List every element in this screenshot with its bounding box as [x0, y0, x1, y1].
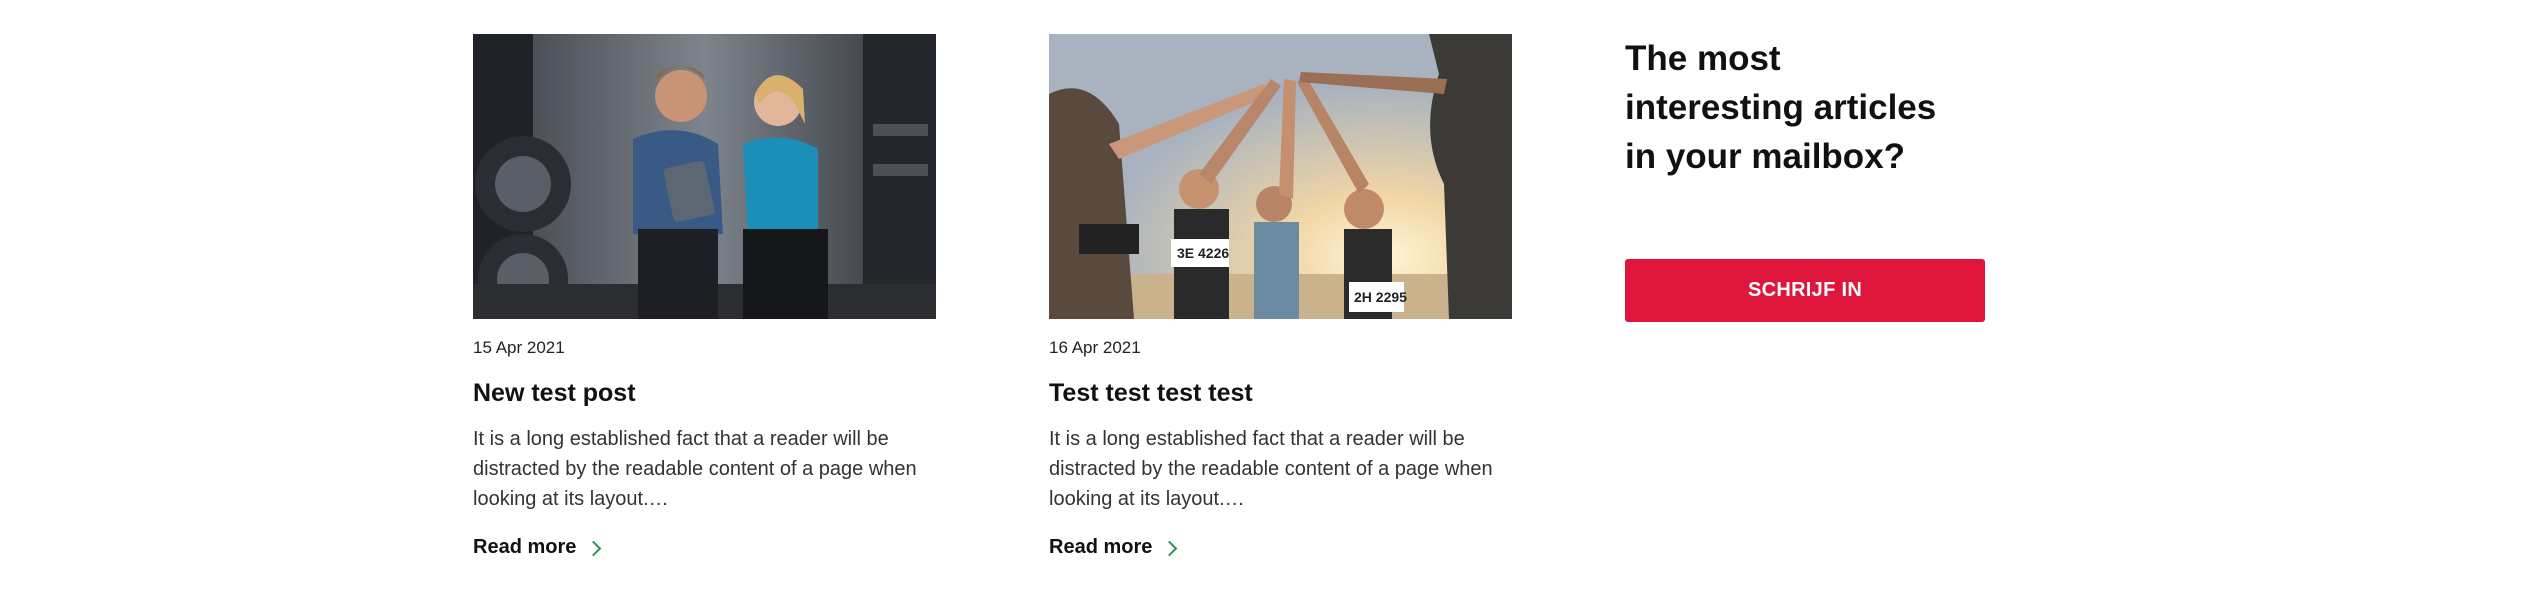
read-more-label: Read more — [1049, 536, 1153, 558]
svg-text:3E 4226: 3E 4226 — [1177, 245, 1229, 261]
post-card: 15 Apr 2021 New test post It is a long e… — [473, 34, 936, 559]
post-excerpt: It is a long established fact that a rea… — [473, 428, 917, 510]
post-image-runners[interactable]: 3E 4226 2H 2295 — [1049, 34, 1512, 319]
post-excerpt: It is a long established fact that a rea… — [1049, 428, 1493, 510]
chevron-right-icon — [586, 540, 602, 557]
post-date: 16 Apr 2021 — [1049, 338, 1141, 357]
newsletter-signup: The most interesting articles in your ma… — [1625, 34, 1985, 322]
newsletter-title: The most interesting articles in your ma… — [1625, 39, 1937, 176]
runners-photo: 3E 4226 2H 2295 — [1049, 34, 1512, 319]
read-more-link[interactable]: Read more — [1049, 536, 1178, 559]
post-image-gym[interactable] — [473, 34, 936, 319]
post-title[interactable]: New test post — [473, 377, 936, 409]
gym-photo — [473, 34, 936, 319]
chevron-right-icon — [1162, 540, 1178, 557]
svg-text:2H 2295: 2H 2295 — [1354, 289, 1407, 305]
read-more-label: Read more — [473, 536, 577, 558]
post-card: 3E 4226 2H 2295 16 Apr 2021 Test test te… — [1049, 34, 1512, 559]
subscribe-button[interactable]: SCHRIJF IN — [1625, 259, 1985, 322]
post-date: 15 Apr 2021 — [473, 338, 565, 357]
read-more-link[interactable]: Read more — [473, 536, 602, 559]
post-title[interactable]: Test test test test — [1049, 377, 1512, 409]
